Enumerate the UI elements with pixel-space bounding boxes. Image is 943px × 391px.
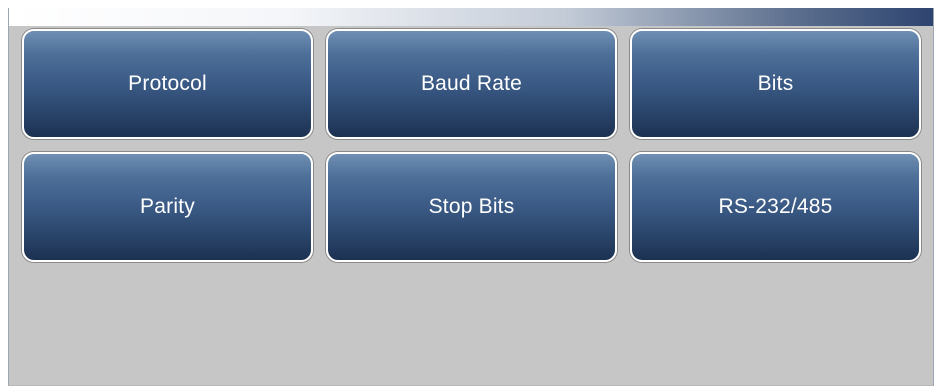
parity-button[interactable]: Parity: [22, 152, 313, 262]
baud-rate-button[interactable]: Baud Rate: [326, 29, 617, 139]
parity-button-label: Parity: [140, 195, 195, 218]
screen-frame: Protocol Baud Rate Bits Parity Stop Bits…: [8, 8, 934, 386]
protocol-button[interactable]: Protocol: [22, 29, 313, 139]
bits-button-label: Bits: [757, 72, 794, 95]
menu-grid: Protocol Baud Rate Bits Parity Stop Bits…: [22, 29, 921, 262]
protocol-button-label: Protocol: [128, 72, 207, 95]
stop-bits-button[interactable]: Stop Bits: [326, 152, 617, 262]
bits-button[interactable]: Bits: [630, 29, 921, 139]
stop-bits-button-label: Stop Bits: [428, 195, 515, 218]
rs-232-485-button-label: RS-232/485: [718, 195, 833, 218]
baud-rate-button-label: Baud Rate: [420, 72, 523, 95]
rs-232-485-button[interactable]: RS-232/485: [630, 152, 921, 262]
title-bar: [9, 8, 933, 26]
